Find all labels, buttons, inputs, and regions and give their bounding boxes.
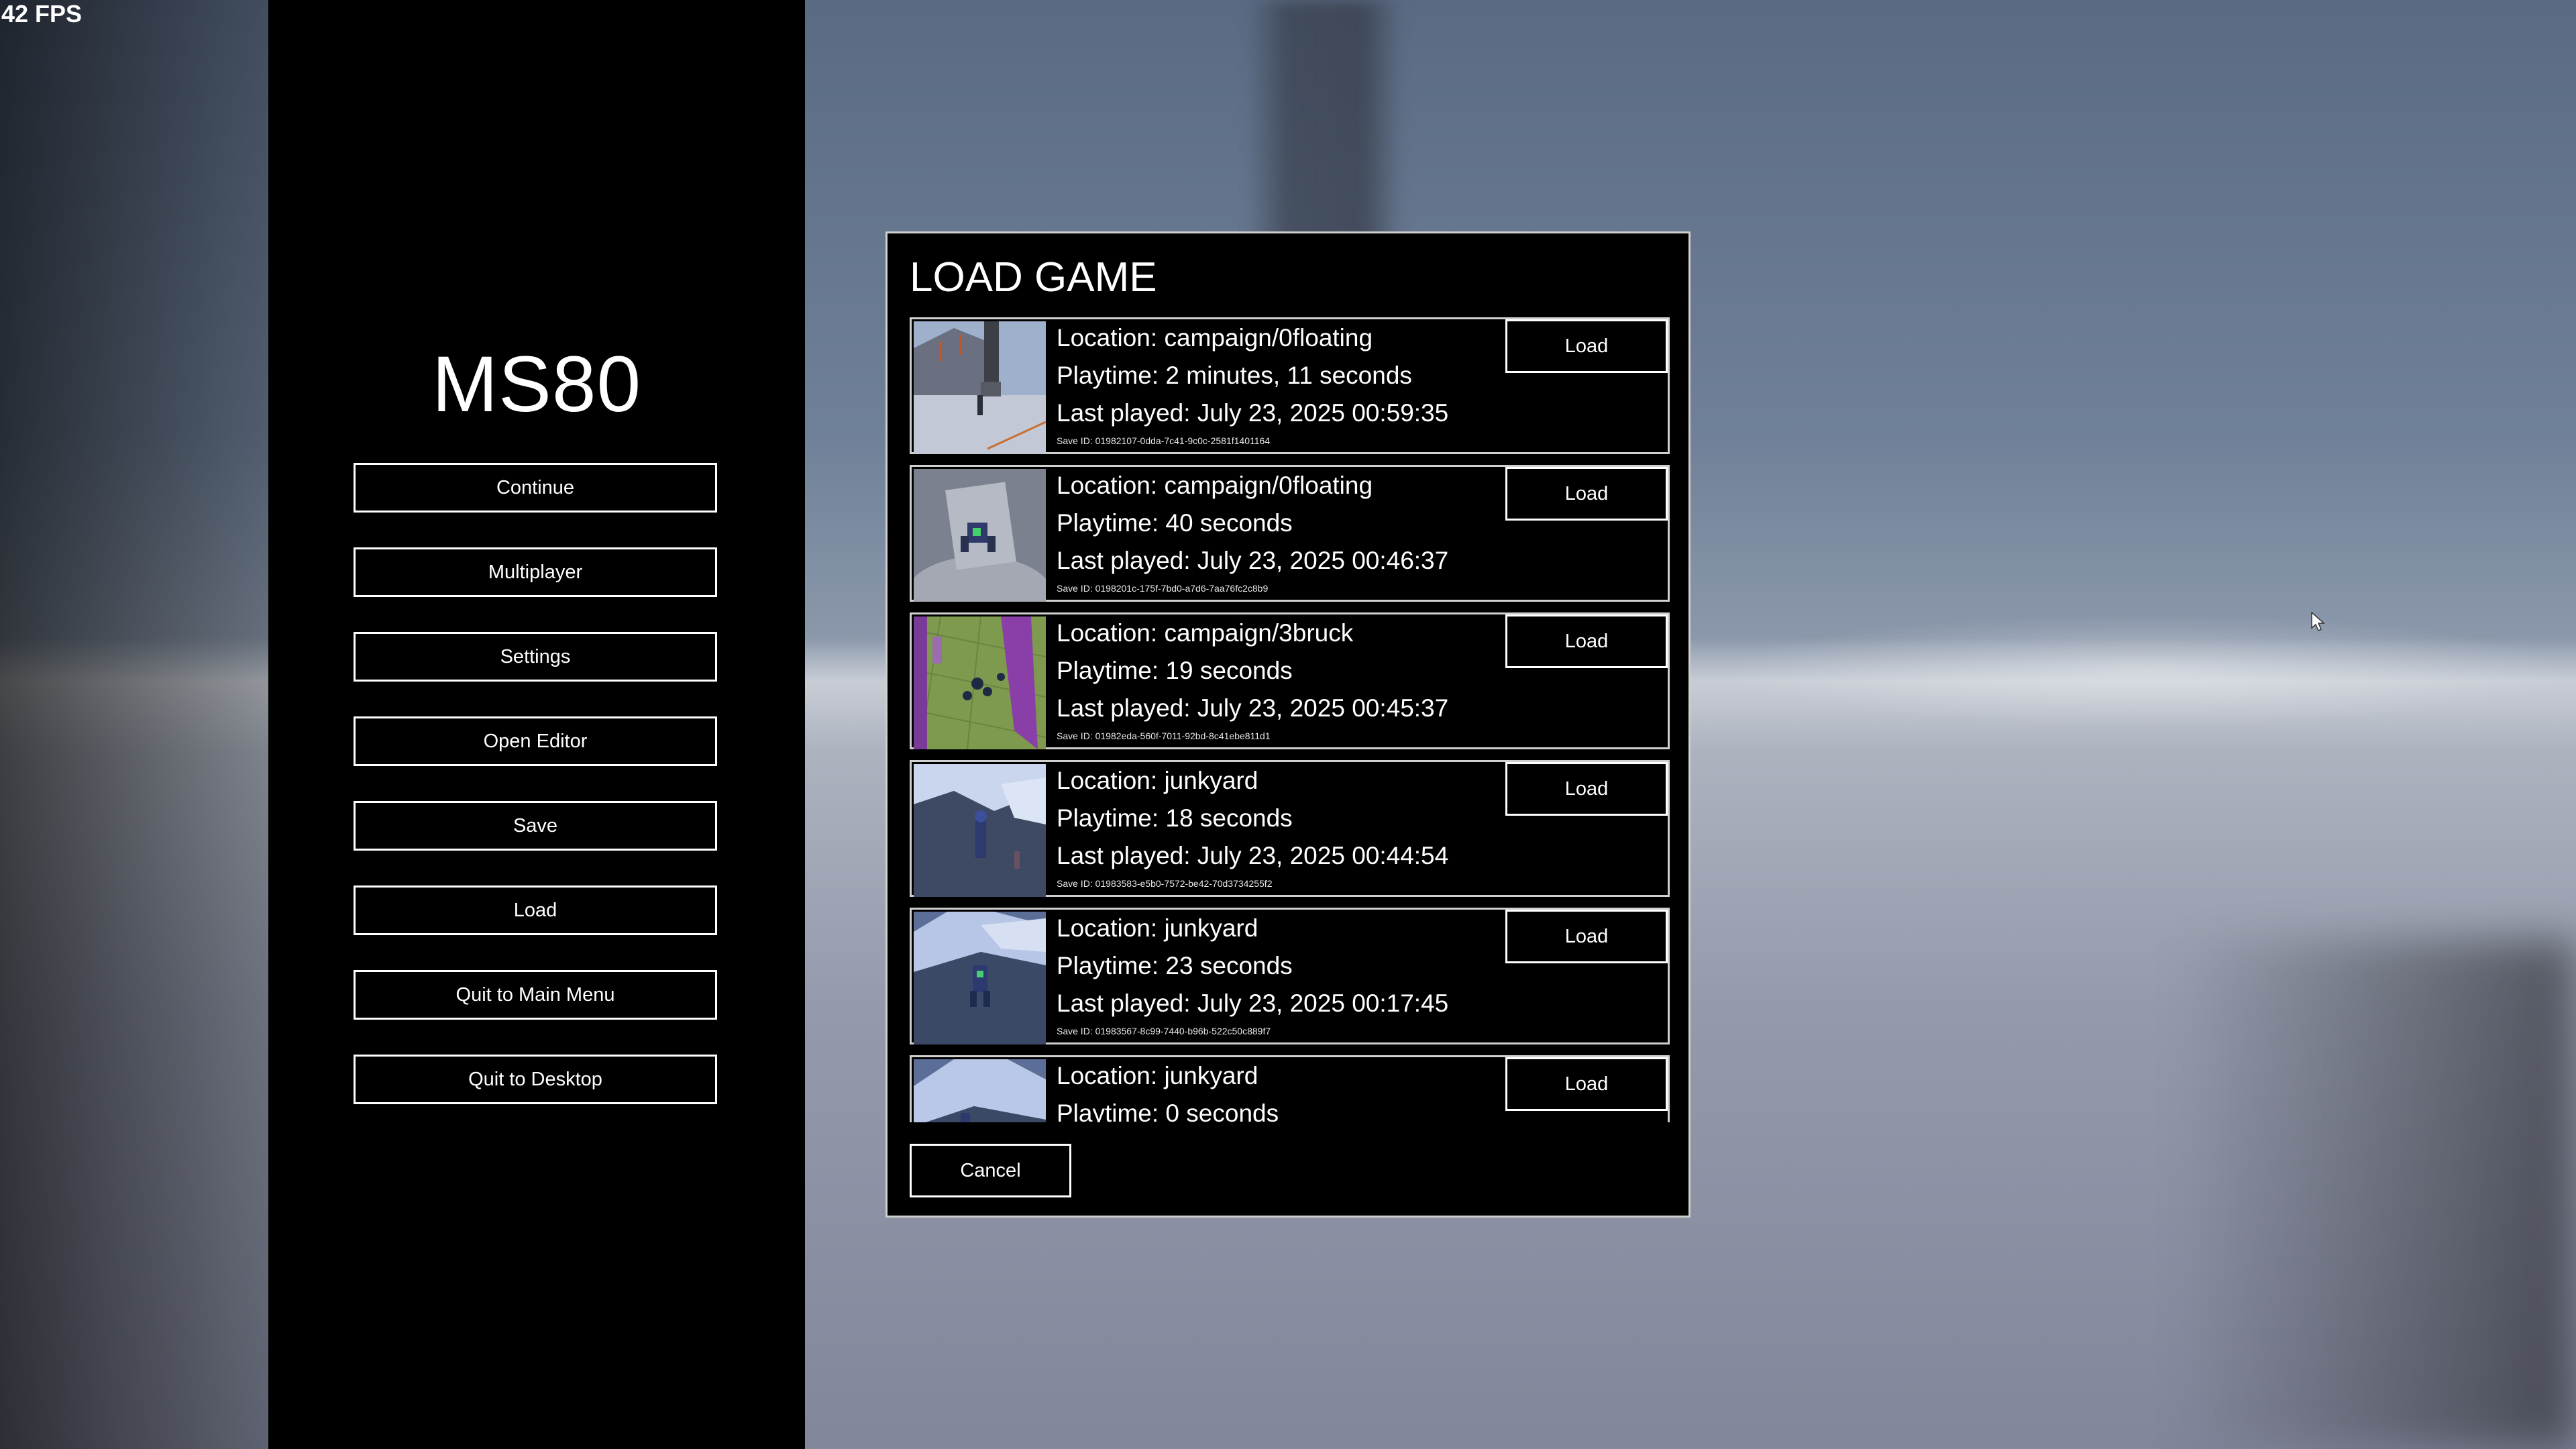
save-slot[interactable]: Location: campaign/0floating Playtime: 4… — [910, 465, 1670, 602]
save-slot[interactable]: Location: junkyard Playtime: 18 seconds … — [910, 760, 1670, 897]
save-last-played: Last played: July 23, 2025 00:17:45 — [1057, 989, 1449, 1017]
save-thumbnail — [914, 469, 1046, 602]
save-id: Save ID: 01982eda-560f-7011-92bd-8c41ebe… — [1057, 731, 1271, 741]
dialog-title: LOAD GAME — [910, 254, 1157, 301]
fps-counter: 42 FPS — [1, 0, 83, 28]
load-save-button[interactable]: Load — [1505, 319, 1668, 373]
save-details: Location: campaign/3bruck Playtime: 19 s… — [1057, 614, 1448, 743]
save-id: Save ID: 01983567-8c99-7440-b96b-522c50c… — [1057, 1026, 1271, 1036]
continue-button[interactable]: Continue — [354, 463, 717, 513]
multiplayer-button[interactable]: Multiplayer — [354, 547, 717, 597]
quit-to-main-menu-button[interactable]: Quit to Main Menu — [354, 970, 717, 1020]
save-playtime: Playtime: 19 seconds — [1057, 657, 1293, 684]
save-location: Location: junkyard — [1057, 914, 1258, 942]
save-details: Location: campaign/0floating Playtime: 2… — [1057, 319, 1448, 447]
save-last-played: Last played: July 23, 2025 00:59:35 — [1057, 399, 1449, 427]
save-slot[interactable]: Location: campaign/0floating Playtime: 2… — [910, 317, 1670, 454]
save-last-played: Last played: July 23, 2025 00:44:54 — [1057, 842, 1449, 869]
quit-to-desktop-button[interactable]: Quit to Desktop — [354, 1055, 717, 1104]
save-details: Location: junkyard Playtime: 23 seconds … — [1057, 910, 1448, 1038]
game-title: MS80 — [431, 340, 642, 429]
load-game-dialog: LOAD GAME Location: campaign/0floating P… — [885, 231, 1690, 1218]
save-details: Location: junkyard Playtime: 0 seconds — [1057, 1057, 1279, 1122]
save-location: Location: campaign/0floating — [1057, 324, 1373, 352]
save-thumbnail — [914, 321, 1046, 454]
save-id: Save ID: 01983583-e5b0-7572-be42-70d3734… — [1057, 878, 1273, 889]
save-details: Location: junkyard Playtime: 18 seconds … — [1057, 762, 1448, 890]
load-save-button[interactable]: Load — [1505, 614, 1668, 668]
save-location: Location: junkyard — [1057, 767, 1258, 794]
save-thumbnail-image — [914, 912, 1046, 1044]
save-playtime: Playtime: 18 seconds — [1057, 804, 1293, 832]
save-thumbnail-image — [914, 469, 1046, 602]
save-location: Location: campaign/0floating — [1057, 472, 1373, 499]
save-thumbnail-image — [914, 764, 1046, 897]
save-thumbnail — [914, 616, 1046, 749]
save-slot[interactable]: Location: campaign/3bruck Playtime: 19 s… — [910, 612, 1670, 749]
save-location: Location: campaign/3bruck — [1057, 619, 1354, 647]
save-thumbnail — [914, 912, 1046, 1044]
load-save-button[interactable]: Load — [1505, 762, 1668, 816]
save-playtime: Playtime: 23 seconds — [1057, 952, 1293, 979]
save-thumbnail-image — [914, 321, 1046, 454]
background-shade-right — [2174, 939, 2576, 1449]
load-save-button[interactable]: Load — [1505, 1057, 1668, 1111]
save-slot[interactable]: Location: junkyard Playtime: 0 seconds L… — [910, 1055, 1670, 1122]
save-button[interactable]: Save — [354, 801, 717, 851]
save-last-played: Last played: July 23, 2025 00:45:37 — [1057, 694, 1449, 722]
save-thumbnail-image — [914, 616, 1046, 749]
load-save-button[interactable]: Load — [1505, 467, 1668, 521]
settings-button[interactable]: Settings — [354, 632, 717, 682]
save-last-played: Last played: July 23, 2025 00:46:37 — [1057, 547, 1449, 574]
cancel-button[interactable]: Cancel — [910, 1144, 1071, 1197]
save-slot[interactable]: Location: junkyard Playtime: 23 seconds … — [910, 908, 1670, 1044]
save-id: Save ID: 01982107-0dda-7c41-9c0c-2581f14… — [1057, 435, 1271, 446]
save-playtime: Playtime: 2 minutes, 11 seconds — [1057, 362, 1412, 389]
save-thumbnail-image — [914, 1059, 1046, 1122]
background-shade-left — [0, 0, 282, 1449]
save-location: Location: junkyard — [1057, 1062, 1258, 1089]
open-editor-button[interactable]: Open Editor — [354, 716, 717, 766]
load-save-button[interactable]: Load — [1505, 910, 1668, 963]
save-thumbnail — [914, 764, 1046, 897]
save-playtime: Playtime: 0 seconds — [1057, 1099, 1279, 1122]
save-id: Save ID: 0198201c-175f-7bd0-a7d6-7aa76fc… — [1057, 583, 1269, 594]
save-thumbnail — [914, 1059, 1046, 1122]
save-details: Location: campaign/0floating Playtime: 4… — [1057, 467, 1448, 595]
save-playtime: Playtime: 40 seconds — [1057, 509, 1293, 537]
load-button[interactable]: Load — [354, 885, 717, 935]
save-list[interactable]: Location: campaign/0floating Playtime: 2… — [910, 317, 1670, 1122]
pause-menu-panel: MS80 Continue Multiplayer Settings Open … — [268, 0, 805, 1449]
